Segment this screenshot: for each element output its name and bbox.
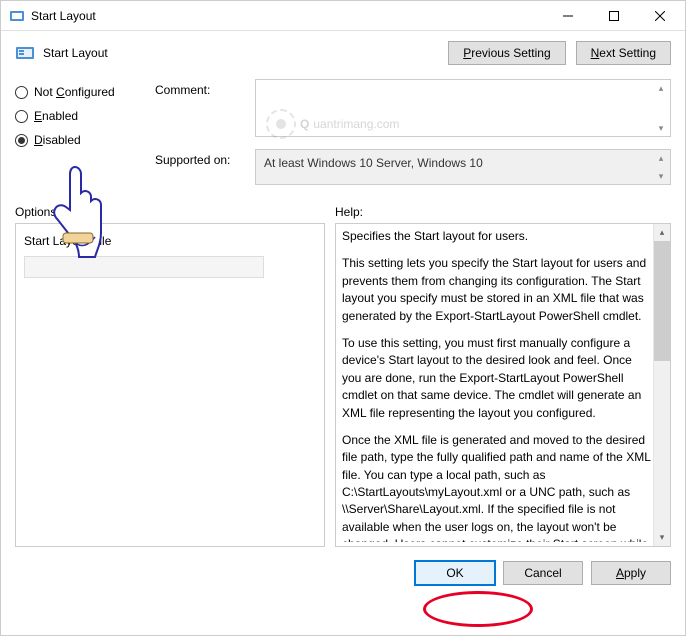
titlebar: Start Layout <box>1 1 685 31</box>
cancel-button[interactable]: Cancel <box>503 561 583 585</box>
policy-title: Start Layout <box>43 46 108 60</box>
radio-not-configured[interactable]: Not Configured <box>15 85 145 99</box>
state-radio-group: Not Configured Enabled Disabled <box>15 79 145 147</box>
scroll-thumb[interactable] <box>654 241 670 361</box>
minimize-button[interactable] <box>545 1 591 31</box>
scroll-up-icon[interactable]: ▴ <box>654 224 670 241</box>
radio-label: Enabled <box>34 109 78 123</box>
radio-icon <box>15 86 28 99</box>
radio-enabled[interactable]: Enabled <box>15 109 145 123</box>
app-icon <box>9 8 25 24</box>
radio-label: Not Configured <box>34 85 115 99</box>
radio-label: Disabled <box>34 133 81 147</box>
start-layout-file-label: Start Layout File <box>24 234 316 248</box>
help-paragraph: Specifies the Start layout for users. <box>342 228 652 245</box>
help-pane: Specifies the Start layout for users. Th… <box>335 223 671 547</box>
help-scrollbar[interactable]: ▴ ▾ <box>653 224 670 546</box>
apply-button[interactable]: Apply <box>591 561 671 585</box>
help-text: Specifies the Start layout for users. Th… <box>342 228 652 542</box>
maximize-button[interactable] <box>591 1 637 31</box>
help-label: Help: <box>335 205 671 219</box>
previous-setting-button[interactable]: Previous Setting <box>448 41 565 65</box>
supported-on-text: At least Windows 10 Server, Windows 10 <box>264 156 483 170</box>
radio-icon <box>15 134 28 147</box>
ok-button[interactable]: OK <box>415 561 495 585</box>
options-label: Options: <box>15 205 325 219</box>
policy-icon <box>15 43 35 63</box>
comment-textarea[interactable]: ▴▾ <box>255 79 671 137</box>
annotation-ellipse <box>423 591 533 627</box>
scroll-down-icon[interactable]: ▾ <box>653 169 669 183</box>
comment-label: Comment: <box>155 79 245 97</box>
supported-on-box: At least Windows 10 Server, Windows 10 ▴… <box>255 149 671 185</box>
help-paragraph: This setting lets you specify the Start … <box>342 255 652 325</box>
options-pane: Start Layout File <box>15 223 325 547</box>
radio-icon <box>15 110 28 123</box>
scroll-down-icon[interactable]: ▾ <box>654 529 670 546</box>
close-button[interactable] <box>637 1 683 31</box>
scroll-up-icon[interactable]: ▴ <box>653 151 669 165</box>
scroll-down-icon[interactable]: ▾ <box>653 121 669 135</box>
radio-disabled[interactable]: Disabled <box>15 133 145 147</box>
header: Start Layout Previous Setting Next Setti… <box>1 31 685 75</box>
window-title: Start Layout <box>31 9 545 23</box>
scroll-up-icon[interactable]: ▴ <box>653 81 669 95</box>
help-paragraph: Once the XML file is generated and moved… <box>342 432 652 542</box>
window-controls <box>545 1 683 31</box>
next-setting-button[interactable]: Next Setting <box>576 41 671 65</box>
start-layout-file-input[interactable] <box>24 256 264 278</box>
help-paragraph: To use this setting, you must first manu… <box>342 335 652 422</box>
supported-label: Supported on: <box>155 149 245 167</box>
dialog-buttons: OK Cancel Apply <box>1 553 685 593</box>
